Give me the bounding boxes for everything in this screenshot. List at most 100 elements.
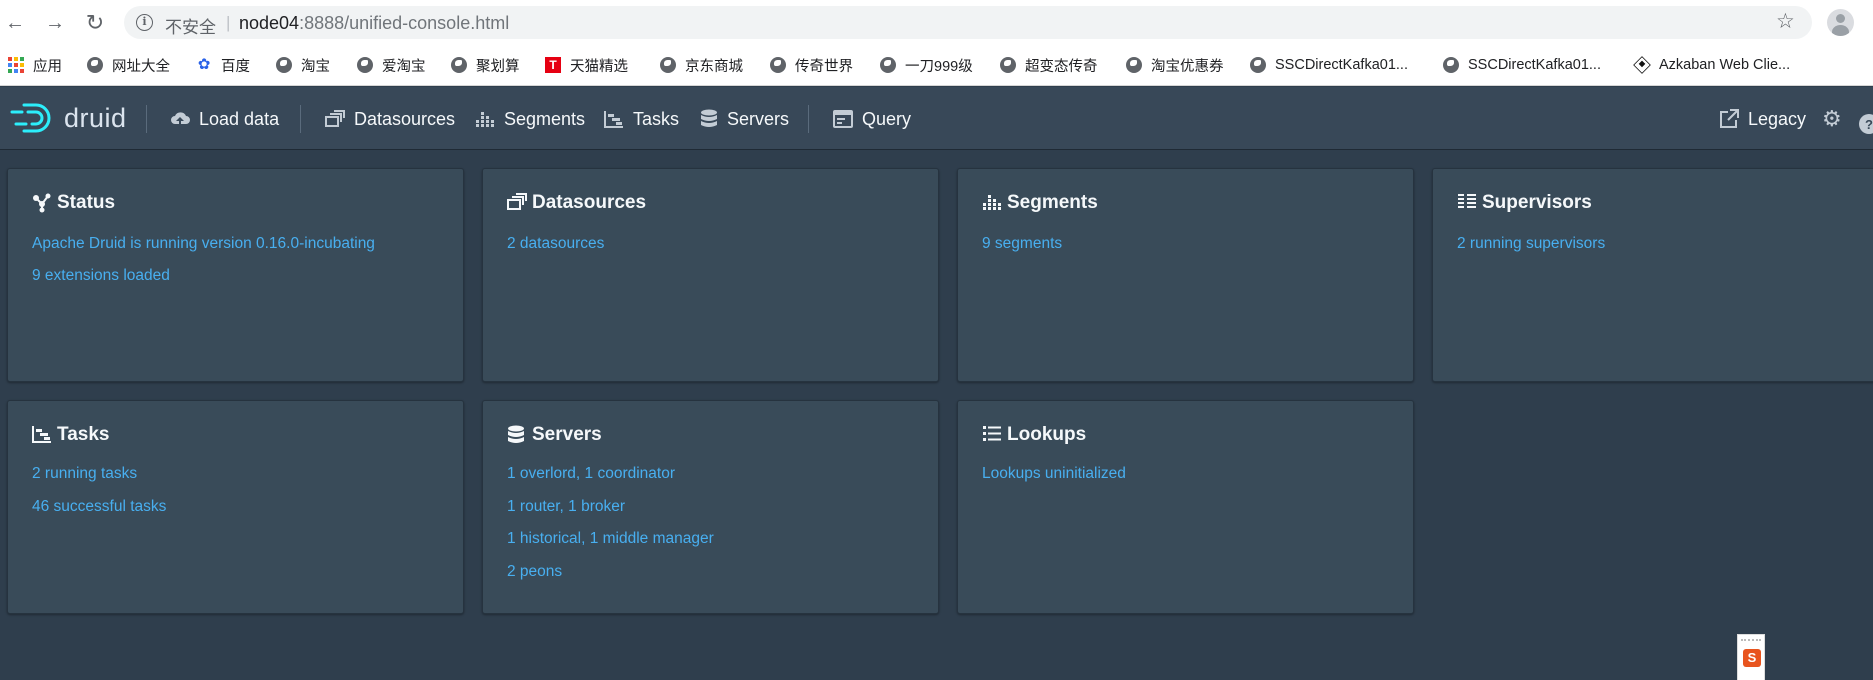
lookups-card-title: Lookups [982,424,1086,446]
database-icon [700,109,718,129]
bookmark-item[interactable]: 聚划算 [451,54,520,76]
bookmark-label: 百度 [221,58,250,75]
servers-card[interactable]: Servers 1 overlord, 1 coordinator 1 rout… [482,400,939,614]
globe-icon [1126,57,1142,73]
nav-servers-label: Servers [727,108,790,129]
bookmark-item[interactable]: Azkaban Web Clie... [1633,54,1790,76]
nav-servers[interactable]: Servers [700,104,789,134]
nav-datasources[interactable]: Datasources [325,104,455,134]
segments-icon [982,193,1002,213]
help-icon[interactable]: ? [1859,109,1873,139]
bookmark-label: 淘宝 [301,58,330,75]
home-view: Status Apache Druid is running version 0… [0,151,1873,680]
settings-cog-icon[interactable]: ⚙ [1822,104,1842,134]
tasks-title-text: Tasks [57,424,110,445]
back-icon[interactable]: ← [0,8,30,38]
druid-logo[interactable]: druid [10,101,127,135]
sogou-s-icon: S [1743,649,1761,667]
bookmark-item[interactable]: 淘宝 [276,54,330,76]
database-icon [507,425,527,445]
forward-icon[interactable]: → [40,8,70,38]
nav-divider [808,105,809,133]
nav-query[interactable]: Query [833,104,911,134]
status-card-title: Status [32,192,115,214]
bookmark-item[interactable]: ✿ 百度 [196,54,250,76]
globe-icon [451,57,467,73]
bookmark-item[interactable]: 一刀999级 [880,54,973,76]
bookmark-item[interactable]: SSCDirectKafka01... [1250,54,1408,76]
globe-icon [880,57,896,73]
gantt-chart-icon [604,110,624,128]
nav-legacy[interactable]: Legacy [1719,104,1806,134]
servers-line: 1 historical, 1 middle manager [507,530,714,547]
bookmark-apps[interactable]: 应用 [8,54,62,76]
datasources-title-text: Datasources [532,192,647,213]
tasks-successful-text: 46 successful tasks [32,498,167,515]
list-columns-icon [1457,193,1477,213]
url-text[interactable]: node04:8888/unified-console.html [239,13,509,34]
profile-avatar-icon[interactable] [1827,9,1854,36]
globe-icon [1250,57,1266,73]
globe-icon [770,57,786,73]
properties-icon [982,425,1002,445]
druid-logo-text: druid [64,102,127,133]
status-title-text: Status [57,192,116,213]
address-bar[interactable]: i 不安全 | node04:8888/unified-console.html [124,6,1812,39]
status-card[interactable]: Status Apache Druid is running version 0… [7,168,464,382]
bookmark-label: 聚划算 [476,58,520,75]
nav-tasks-label: Tasks [633,108,680,129]
reload-icon[interactable]: ↻ [80,8,110,38]
status-version-text: Apache Druid is running version 0.16.0-i… [32,235,375,252]
bookmarks-bar: 应用 网址大全 ✿ 百度 淘宝 爱淘宝 聚划算 T 天猫精选 京东商城 传奇世界 一… [0,46,1873,86]
tasks-card[interactable]: Tasks 2 running tasks 46 successful task… [7,400,464,614]
nav-segments[interactable]: Segments [475,104,585,134]
nav-segments-label: Segments [504,108,586,129]
lookups-card[interactable]: Lookups Lookups uninitialized [957,400,1414,614]
globe-icon [357,57,373,73]
bookmark-item[interactable]: 淘宝优惠券 [1126,54,1224,76]
status-extensions-text: 9 extensions loaded [32,267,170,284]
nav-load-data[interactable]: Load data [170,104,279,134]
url-path: :8888/unified-console.html [299,13,510,33]
segments-card[interactable]: Segments 9 segments [957,168,1414,382]
bookmark-item[interactable]: T 天猫精选 [545,54,628,76]
globe-icon [1443,57,1459,73]
lookups-title-text: Lookups [1007,424,1087,445]
supervisors-card[interactable]: Supervisors 2 running supervisors [1432,168,1873,382]
servers-line: 2 peons [507,563,563,580]
url-host: node04 [239,13,300,33]
bookmark-item[interactable]: 爱淘宝 [357,54,426,76]
bookmark-label: SSCDirectKafka01... [1275,57,1408,73]
datasources-icon [325,110,345,128]
bookmark-label: 一刀999级 [905,58,973,75]
globe-icon [276,57,292,73]
nav-query-label: Query [862,108,912,129]
bookmark-label: 淘宝优惠券 [1151,58,1224,75]
nav-load-data-label: Load data [199,108,280,129]
servers-line: 1 router, 1 broker [507,498,626,515]
graph-icon [32,193,52,213]
site-info-icon[interactable]: i [136,14,153,31]
nav-legacy-label: Legacy [1748,108,1807,129]
bookmark-label: 应用 [33,58,62,75]
azkaban-icon [1633,56,1651,74]
nav-tasks[interactable]: Tasks [604,104,679,134]
datasources-card[interactable]: Datasources 2 datasources [482,168,939,382]
globe-icon [87,57,103,73]
svg-text:?: ? [1865,117,1873,132]
bookmark-label: 网址大全 [112,58,170,75]
bookmark-item[interactable]: 京东商城 [660,54,743,76]
datasources-card-title: Datasources [507,192,646,214]
bookmark-item[interactable]: 网址大全 [87,54,170,76]
ime-floating-widget[interactable]: S ▼▬ [1737,634,1765,680]
bookmark-item[interactable]: 传奇世界 [770,54,853,76]
bookmark-item[interactable]: 超变态传奇 [1000,54,1098,76]
nav-divider [146,105,147,133]
servers-card-title: Servers [507,424,602,446]
bookmark-label: SSCDirectKafka01... [1468,57,1601,73]
bookmark-star-icon[interactable]: ☆ [1776,9,1795,35]
drag-handle-icon[interactable] [1741,639,1761,641]
lookups-status-text: Lookups uninitialized [982,465,1126,482]
nav-datasources-label: Datasources [354,108,456,129]
bookmark-item[interactable]: SSCDirectKafka01... [1443,54,1601,76]
